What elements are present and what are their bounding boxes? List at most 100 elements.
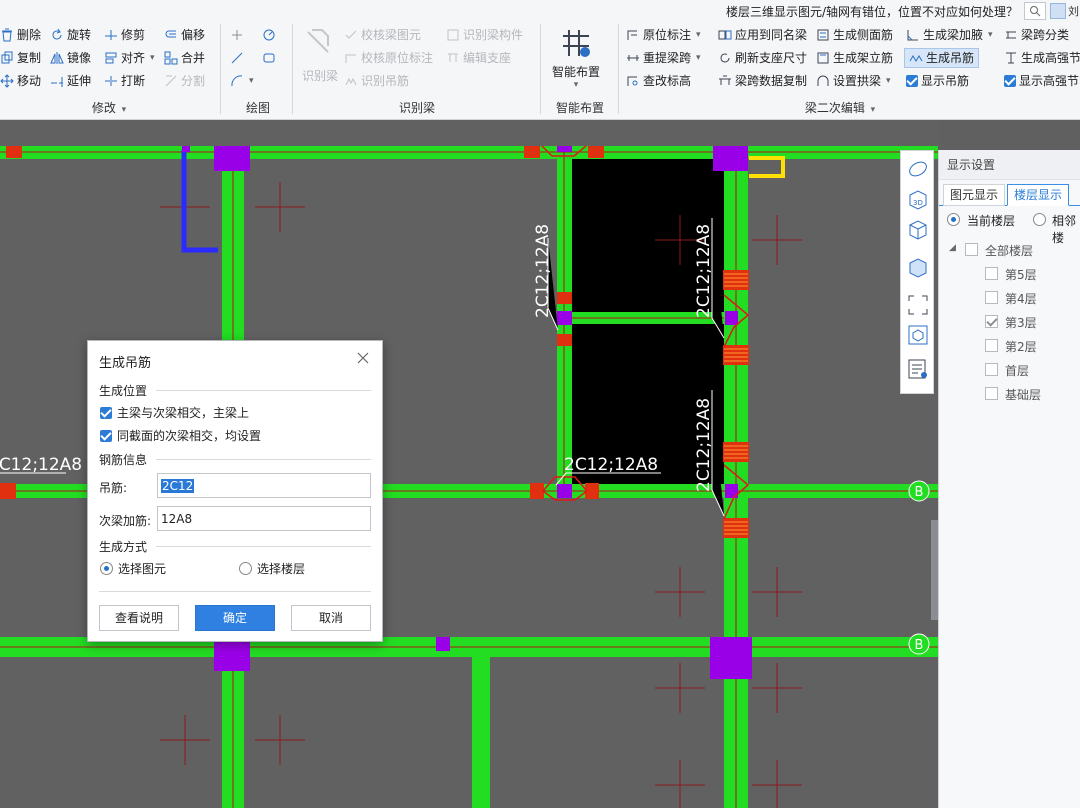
- trim-tool[interactable]: 修剪: [104, 25, 145, 45]
- floor-item[interactable]: 基础层: [939, 382, 1080, 406]
- floor-checkbox[interactable]: [985, 387, 998, 400]
- move-label: 移动: [17, 74, 42, 88]
- adjacent-floor-radio[interactable]: [1033, 213, 1046, 226]
- identify-beam-button[interactable]: 识别梁: [298, 26, 342, 84]
- view-3d-button[interactable]: 3D: [906, 187, 930, 211]
- span-classify-tool[interactable]: 梁跨分类: [1004, 25, 1069, 45]
- floor-tree-root[interactable]: ◢ 全部楼层: [939, 238, 1080, 262]
- offset-tool[interactable]: 偏移: [164, 25, 205, 45]
- check-beam-element-tool[interactable]: 校核梁图元: [344, 25, 421, 45]
- zoom-extent-button[interactable]: [906, 293, 930, 317]
- search-button[interactable]: [1024, 2, 1046, 20]
- select-floor-radio[interactable]: 选择楼层: [239, 560, 305, 577]
- copy-icon: [0, 51, 14, 65]
- floor-item[interactable]: 第3层: [939, 310, 1080, 334]
- check1-label: 主梁与次梁相交，主梁上: [117, 406, 250, 420]
- beam-secondary-edit-title[interactable]: 梁二次编辑 ▾: [770, 99, 910, 116]
- gen-erection-rebar-tool[interactable]: 生成架立筋: [816, 48, 893, 68]
- floor-checkbox[interactable]: [985, 315, 998, 328]
- move-tool[interactable]: 移动: [0, 71, 41, 91]
- extend-tool[interactable]: 延伸: [50, 71, 91, 91]
- secondary-beam-extra-rebar-input[interactable]: 12A8: [157, 506, 371, 531]
- align-tool[interactable]: 对齐 ▾: [104, 48, 155, 68]
- copy-span-data-tool[interactable]: 梁跨数据复制: [718, 71, 807, 91]
- axis-marker-b-1: B: [908, 480, 930, 502]
- hanger-rebar-input[interactable]: 2C12: [157, 473, 371, 498]
- mirror-tool[interactable]: 镜像: [50, 48, 91, 68]
- show-hanger-checkbox[interactable]: 显示吊筋: [906, 71, 969, 91]
- in-situ-mark-tool[interactable]: 原位标注 ▾: [626, 25, 701, 45]
- close-button[interactable]: [356, 351, 370, 365]
- point-draw-tool[interactable]: [230, 25, 244, 45]
- generate-hanger-dialog: 生成吊筋 生成位置 主梁与次梁相交，主梁上 同截面的次梁相交，均设置 钢筋信息 …: [87, 340, 383, 642]
- gen-side-rebar-tool[interactable]: 生成侧面筋: [816, 25, 893, 45]
- split-tool[interactable]: 分割: [164, 71, 205, 91]
- gen-hanger-rebar-tool[interactable]: 生成吊筋: [904, 48, 980, 68]
- current-floor-radio[interactable]: [947, 213, 960, 226]
- break-label: 打断: [121, 74, 146, 88]
- smart-layout-button[interactable]: 智能布置 ▾: [546, 26, 606, 90]
- gen-high-strength-tool[interactable]: 生成高强节: [1004, 48, 1080, 68]
- hanger-field-label: 吊筋:: [99, 481, 128, 495]
- display-settings-panel: 显示设置 图元显示 楼层显示 当前楼层 相邻楼 ◢ 全部楼层 第5层 第4层 第…: [938, 150, 1080, 808]
- help-search-text[interactable]: 楼层三维显示图元/轴网有错位，位置不对应如何处理？: [724, 3, 1024, 20]
- main-secondary-intersect-checkbox[interactable]: 主梁与次梁相交，主梁上: [100, 404, 249, 421]
- view-solid-button[interactable]: [906, 255, 930, 279]
- show-high-strength-checkbox[interactable]: 显示高强节: [1004, 71, 1079, 91]
- solid-cube-icon: [909, 258, 927, 278]
- cube-icon: [909, 220, 927, 240]
- cancel-button[interactable]: 取消: [291, 605, 371, 631]
- break-icon: [104, 74, 118, 88]
- check-elevation-tool[interactable]: 查改标高: [626, 71, 691, 91]
- rotate-icon: [50, 28, 64, 42]
- rect-draw-tool[interactable]: [262, 48, 276, 68]
- copy-tool[interactable]: 复制: [0, 48, 41, 68]
- tab-element-display[interactable]: 图元显示: [943, 184, 1006, 206]
- identify-member-icon: [446, 28, 460, 42]
- dynamic-observe-button[interactable]: [906, 157, 930, 181]
- select-element-radio[interactable]: 选择图元: [100, 560, 166, 577]
- tree-checkbox[interactable]: [965, 243, 978, 256]
- gen-beam-haunch-tool[interactable]: 生成梁加腋 ▾: [906, 25, 993, 45]
- floor-checkbox[interactable]: [985, 267, 998, 280]
- ok-button[interactable]: 确定: [195, 605, 275, 631]
- avatar[interactable]: [1050, 3, 1066, 19]
- floor-item[interactable]: 首层: [939, 358, 1080, 382]
- view-cube-button[interactable]: [906, 217, 930, 241]
- check-in-situ-mark-tool[interactable]: 校核原位标注: [344, 48, 433, 68]
- floor-item[interactable]: 第2层: [939, 334, 1080, 358]
- same-section-intersect-checkbox[interactable]: 同截面的次梁相交，均设置: [100, 427, 261, 444]
- copy-label: 复制: [17, 51, 42, 65]
- radio-selected-icon: [100, 562, 113, 575]
- set-arch-beam-tool[interactable]: 设置拱梁 ▾: [816, 71, 891, 91]
- arc-draw-tool[interactable]: ▾: [230, 71, 254, 91]
- break-tool[interactable]: 打断: [104, 71, 145, 91]
- arch-beam-icon: [816, 74, 830, 88]
- identify-hanger-tool[interactable]: 识别吊筋: [344, 71, 409, 91]
- floor-checkbox[interactable]: [985, 339, 998, 352]
- view-help-button[interactable]: 查看说明: [99, 605, 179, 631]
- panel-collapse-handle[interactable]: [931, 520, 938, 620]
- floor-checkbox[interactable]: [985, 291, 998, 304]
- circle-draw-tool[interactable]: [262, 25, 276, 45]
- modify-group-title[interactable]: 修改 ▾: [0, 99, 218, 116]
- delete-tool[interactable]: 删除: [0, 25, 41, 45]
- collapse-arrow-icon[interactable]: ◢: [949, 243, 956, 253]
- line-draw-tool[interactable]: [230, 48, 244, 68]
- show-hanger-check-icon: [906, 75, 918, 87]
- floor-checkbox[interactable]: [985, 363, 998, 376]
- merge-tool[interactable]: 合并: [164, 48, 205, 68]
- floor-item[interactable]: 第5层: [939, 262, 1080, 286]
- edit-support-tool[interactable]: 编辑支座: [446, 48, 511, 68]
- refresh-support-tool[interactable]: 刷新支座尺寸: [718, 48, 807, 68]
- box-select-3d-button[interactable]: [906, 323, 930, 347]
- tab-floor-display[interactable]: 楼层显示: [1007, 184, 1070, 206]
- rotate-tool[interactable]: 旋转: [50, 25, 91, 45]
- properties-list-button[interactable]: [906, 357, 930, 381]
- repick-span-tool[interactable]: 重提梁跨 ▾: [626, 48, 701, 68]
- draw-group-title: 绘图: [245, 101, 270, 115]
- mirror-label: 镜像: [67, 51, 92, 65]
- floor-item[interactable]: 第4层: [939, 286, 1080, 310]
- apply-same-name-tool[interactable]: 应用到同名梁: [718, 25, 807, 45]
- identify-beam-member-tool[interactable]: 识别梁构件: [446, 25, 523, 45]
